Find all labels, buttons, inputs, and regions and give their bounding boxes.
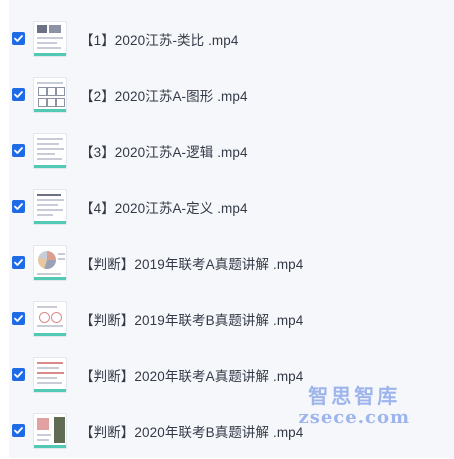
checkbox-checked[interactable] [12, 200, 25, 213]
check-icon [14, 147, 23, 154]
check-icon [14, 259, 23, 266]
file-row[interactable]: 【判断】2019年联考A真题讲解 .mp4 [0, 235, 454, 291]
watermark-logo: 智思智库 zsece.com [299, 380, 411, 428]
file-name: 【1】2020江苏-类比 .mp4 [80, 33, 239, 48]
file-name: 【4】2020江苏A-定义 .mp4 [80, 201, 248, 216]
checkbox-checked[interactable] [12, 88, 25, 101]
video-thumbnail [33, 245, 67, 281]
check-icon [14, 91, 23, 98]
checkbox-checked[interactable] [12, 256, 25, 269]
check-icon [14, 427, 23, 434]
file-name: 【判断】2019年联考A真题讲解 .mp4 [80, 257, 304, 272]
watermark-title: 智思智库 [308, 384, 401, 408]
file-name: 【3】2020江苏A-逻辑 .mp4 [80, 145, 248, 160]
video-thumbnail [33, 301, 67, 337]
video-thumbnail [33, 357, 67, 393]
checkbox-checked[interactable] [12, 32, 25, 45]
file-row[interactable]: 【1】2020江苏-类比 .mp4 [0, 11, 454, 67]
file-row[interactable]: 【3】2020江苏A-逻辑 .mp4 [0, 123, 454, 179]
file-name: 【判断】2020年联考B真题讲解 .mp4 [80, 425, 304, 440]
watermark-url: zsece.com [298, 407, 410, 428]
file-row[interactable]: 【4】2020江苏A-定义 .mp4 [0, 179, 454, 235]
video-thumbnail [33, 133, 67, 169]
check-icon [14, 371, 23, 378]
video-thumbnail [33, 21, 67, 57]
file-name: 【2】2020江苏A-图形 .mp4 [80, 89, 248, 104]
check-icon [14, 315, 23, 322]
file-name: 【判断】2020年联考A真题讲解 .mp4 [80, 369, 304, 384]
file-row[interactable]: 【2】2020江苏A-图形 .mp4 [0, 67, 454, 123]
file-name: 【判断】2019年联考B真题讲解 .mp4 [80, 313, 304, 328]
video-thumbnail [33, 77, 67, 113]
video-thumbnail [33, 189, 67, 225]
check-icon [14, 203, 23, 210]
checkbox-checked[interactable] [12, 424, 25, 437]
file-row[interactable]: 【判断】2019年联考B真题讲解 .mp4 [0, 291, 454, 347]
check-icon [14, 35, 23, 42]
checkbox-checked[interactable] [12, 312, 25, 325]
file-list-panel: 【1】2020江苏-类比 .mp4 【2】2020江苏A-图形 .mp4 【3】… [0, 0, 454, 458]
checkbox-checked[interactable] [12, 368, 25, 381]
checkbox-checked[interactable] [12, 144, 25, 157]
video-thumbnail [33, 413, 67, 449]
